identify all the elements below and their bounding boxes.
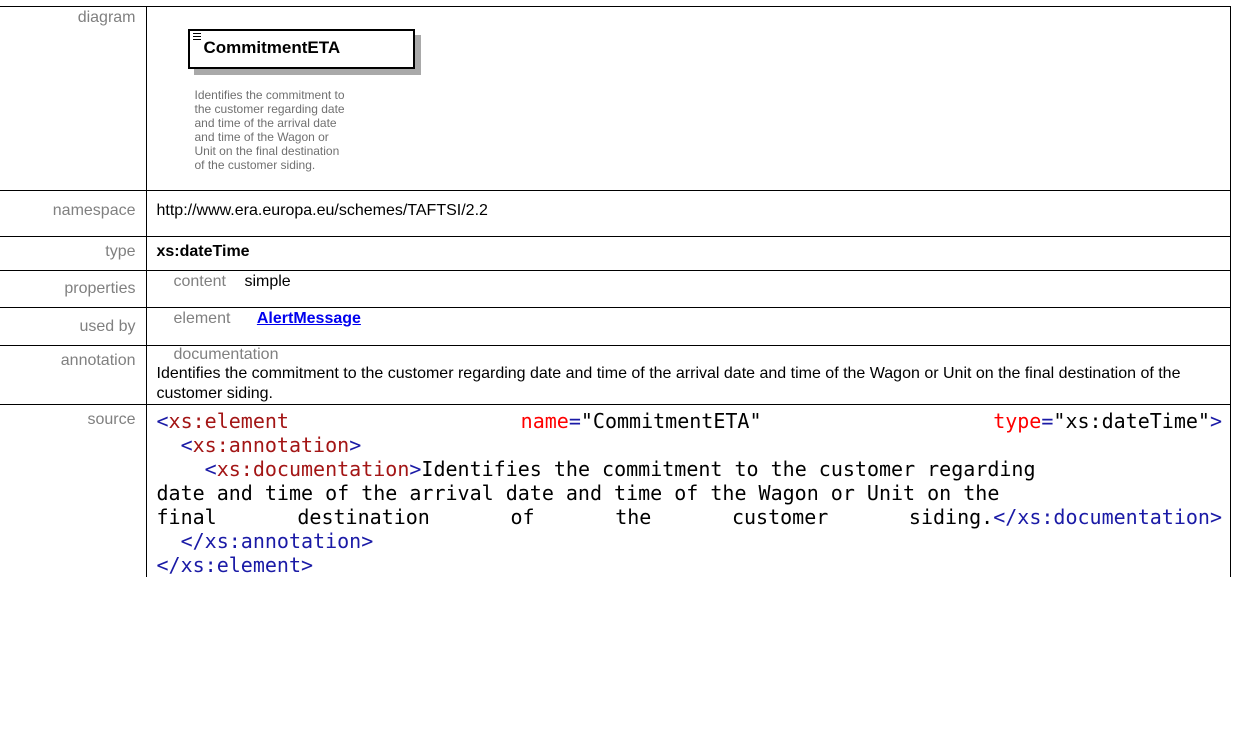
doc-line: Identifies the commitment to [194,88,345,102]
element-documentation: Identifies the commitment to the custome… [195,88,425,172]
doc-line: of the customer siding. [194,158,316,172]
annotation-label: annotation [0,345,147,405]
diagram-cell: CommitmentETA Identifies the commitment … [145,6,1231,191]
element-box[interactable]: CommitmentETA [187,29,415,69]
type-value: xs:dateTime [145,236,1231,271]
source-line-4: date and time of the arrival date and ti… [156,481,1000,505]
element-list-icon [192,33,201,40]
diagram-label: diagram [0,6,147,191]
properties-value: content simple [145,270,1231,308]
usedby-label: used by [0,307,147,346]
type-label: type [0,236,147,271]
source-line-7: </xs:element> [156,553,314,577]
annotation-key: documentation [173,346,279,363]
namespace-label: namespace [0,190,147,237]
usedby-key: element [173,310,231,327]
namespace-value: http://www.era.europa.eu/schemes/TAFTSI/… [145,190,1231,237]
annotation-value: documentation Identifies the commitment … [145,345,1231,405]
doc-line: Unit on the final destination [194,144,340,158]
source-line-2: <xs:annotation> [180,433,362,457]
source-line-6: </xs:annotation> [180,529,374,553]
doc-line: the customer regarding date [194,102,345,116]
alertmessage-link[interactable]: AlertMessage [257,310,361,327]
source-line-5: final destination of the customer siding… [156,505,1223,529]
properties-label: properties [0,270,147,308]
schema-doc-table: diagram CommitmentETA Identifies the com… [0,6,1231,577]
properties-key: content [173,273,226,290]
usedby-value: element AlertMessage [145,307,1231,346]
diagram: CommitmentETA Identifies the commitment … [157,7,1231,190]
source-code: <xs:element name="CommitmentETA" type="x… [145,404,1231,577]
element-name: CommitmentETA [203,38,341,57]
source-line-3: <xs:documentation>Identifies the commitm… [204,457,1036,481]
doc-line: and time of the Wagon or [194,130,329,144]
doc-line: and time of the arrival date [194,116,337,130]
annotation-text: Identifies the commitment to the custome… [156,365,1181,402]
source-line-1: <xs:element name="CommitmentETA" type="x… [156,409,1223,433]
properties-val: simple [244,273,291,290]
source-label: source [0,404,147,577]
